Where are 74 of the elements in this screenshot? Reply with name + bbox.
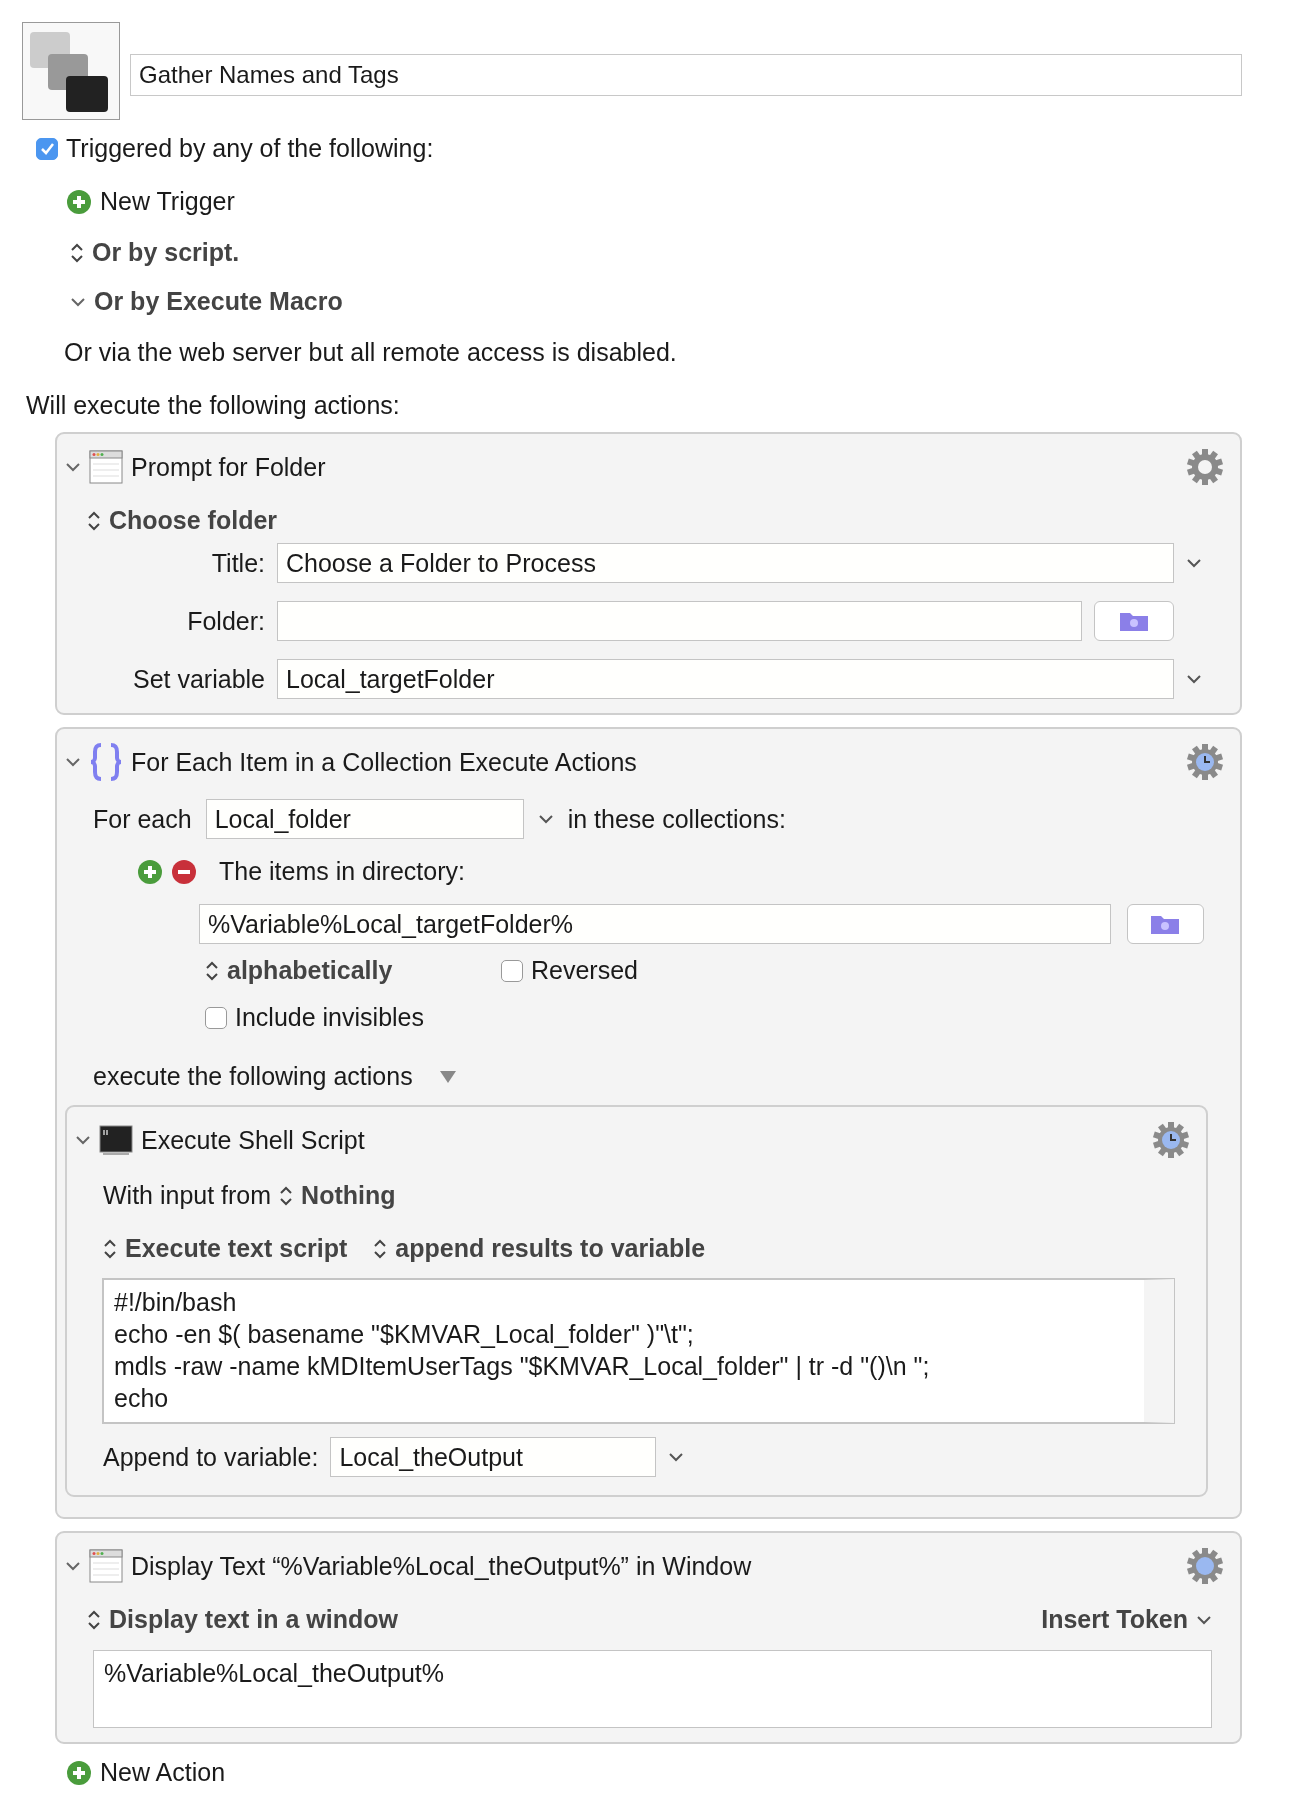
disclosure-chevron-icon[interactable] bbox=[65, 1560, 81, 1572]
window-icon bbox=[89, 450, 123, 484]
source-popup[interactable]: Execute text script bbox=[125, 1234, 348, 1263]
disclosure-chevron-icon[interactable] bbox=[65, 461, 81, 473]
sort-popup[interactable]: alphabetically bbox=[227, 956, 393, 985]
input-popup[interactable]: Nothing bbox=[301, 1181, 396, 1210]
gear-icon[interactable] bbox=[1152, 1121, 1190, 1159]
up-down-arrows-icon[interactable] bbox=[205, 959, 219, 982]
trigger-option[interactable]: Or by Execute Macro bbox=[94, 287, 343, 316]
choose-folder-button[interactable] bbox=[1126, 904, 1204, 944]
remove-icon[interactable] bbox=[171, 858, 197, 885]
field-label: Title: bbox=[210, 548, 265, 578]
triangle-icon[interactable] bbox=[438, 1069, 457, 1084]
trigger-label: Triggered by any of the following: bbox=[66, 134, 434, 163]
checkbox[interactable] bbox=[205, 1006, 227, 1029]
mode-popup[interactable]: Choose folder bbox=[109, 506, 278, 535]
new-trigger-button[interactable]: New Trigger bbox=[100, 187, 235, 216]
action-title: Display Text “%Variable%Local_theOutput%” in Window bbox=[131, 1551, 752, 1581]
macro-name-field[interactable]: Gather Names and Tags bbox=[130, 54, 1242, 96]
checkbox[interactable] bbox=[501, 959, 523, 982]
up-down-arrows-icon[interactable] bbox=[103, 1237, 117, 1260]
checkbox[interactable] bbox=[36, 137, 58, 160]
disclosure-chevron-icon[interactable] bbox=[65, 756, 81, 768]
insert-token-menu[interactable]: Insert Token bbox=[1041, 1605, 1188, 1634]
up-down-arrows-icon[interactable] bbox=[70, 241, 84, 264]
up-down-arrows-icon[interactable] bbox=[87, 1608, 101, 1631]
output-popup[interactable]: append results to variable bbox=[395, 1234, 706, 1263]
add-icon[interactable] bbox=[137, 858, 163, 885]
script-editor[interactable]: #!/bin/bash echo -en $( basename "$KMVAR_Local_folder" )"\t"; mdls -raw -name kMDItemUserTags "$KMVAR_Local_folder" | tr -d "()\n "; echo bbox=[103, 1279, 1174, 1423]
dropdown-chevron-icon[interactable] bbox=[1186, 673, 1202, 685]
text-field[interactable]: Choose a Folder to Process bbox=[277, 543, 1174, 583]
input-label: With input from bbox=[103, 1181, 272, 1210]
for-each-label: For each bbox=[93, 804, 192, 834]
text-area[interactable]: %Variable%Local_theOutput% bbox=[93, 1650, 1212, 1728]
variable-field[interactable]: Local_folder bbox=[205, 799, 524, 839]
execute-label: execute the following actions bbox=[93, 1062, 413, 1091]
action-title: Execute Shell Script bbox=[141, 1125, 365, 1155]
checkbox-label: Include invisibles bbox=[235, 1003, 424, 1032]
keys-icon[interactable] bbox=[22, 22, 120, 120]
collections-label: in these collections: bbox=[567, 804, 786, 834]
dropdown-chevron-icon[interactable] bbox=[1196, 1613, 1212, 1626]
disclosure-chevron-icon[interactable] bbox=[75, 1134, 91, 1146]
braces-icon bbox=[89, 743, 123, 781]
checkbox-label: Reversed bbox=[531, 956, 638, 985]
gear-icon[interactable] bbox=[1186, 1547, 1224, 1585]
path-field[interactable]: %Variable%Local_targetFolder% bbox=[199, 904, 1111, 944]
folder-field[interactable] bbox=[277, 601, 1082, 641]
dropdown-chevron-icon[interactable] bbox=[537, 813, 554, 825]
action-title: Prompt for Folder bbox=[131, 452, 326, 482]
dropdown-chevron-icon[interactable] bbox=[668, 1451, 685, 1463]
field-label: Folder: bbox=[186, 606, 265, 636]
gear-icon[interactable] bbox=[1186, 448, 1224, 486]
collection-label: The items in directory: bbox=[219, 857, 465, 886]
choose-folder-button[interactable] bbox=[1094, 601, 1174, 641]
trigger-option[interactable]: Or by script. bbox=[92, 238, 240, 267]
up-down-arrows-icon[interactable] bbox=[87, 509, 101, 532]
disclosure-chevron-icon[interactable] bbox=[70, 295, 86, 308]
gear-icon[interactable] bbox=[1186, 743, 1224, 781]
actions-heading: Will execute the following actions: bbox=[26, 391, 401, 420]
field-label: Set variable bbox=[131, 664, 265, 694]
text-field[interactable]: Local_targetFolder bbox=[277, 659, 1174, 699]
up-down-arrows-icon[interactable] bbox=[279, 1184, 294, 1207]
new-action-button[interactable]: New Action bbox=[100, 1758, 226, 1787]
up-down-arrows-icon[interactable] bbox=[373, 1237, 388, 1260]
add-icon[interactable] bbox=[66, 188, 92, 215]
window-icon bbox=[89, 1549, 123, 1583]
web-server-note: Or via the web server but all remote access is disabled. bbox=[64, 338, 678, 367]
dropdown-chevron-icon[interactable] bbox=[1186, 557, 1202, 569]
add-icon[interactable] bbox=[66, 1759, 92, 1786]
append-label: Append to variable: bbox=[103, 1442, 319, 1472]
terminal-icon bbox=[99, 1125, 133, 1155]
action-title: For Each Item in a Collection Execute Actions bbox=[131, 747, 637, 777]
variable-field[interactable]: Local_theOutput bbox=[330, 1437, 657, 1477]
mode-popup[interactable]: Display text in a window bbox=[109, 1605, 398, 1634]
